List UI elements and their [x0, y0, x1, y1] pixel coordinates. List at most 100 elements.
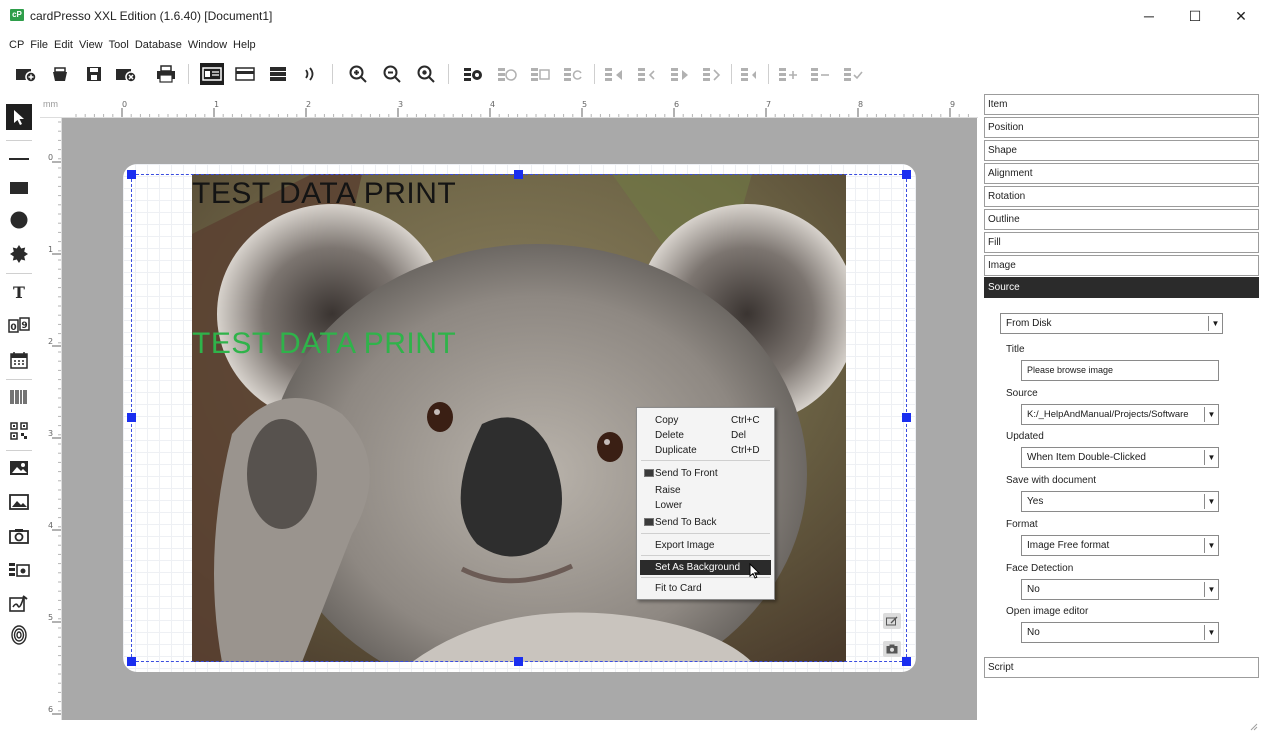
ruler-label: 6	[48, 705, 53, 714]
record-refresh-icon[interactable]	[561, 63, 585, 85]
zoom-fit-icon[interactable]	[414, 63, 438, 85]
resize-handle-bottom-left[interactable]	[127, 657, 136, 666]
record-undo-icon[interactable]	[738, 63, 762, 85]
maximize-button[interactable]: ☐	[1172, 0, 1218, 32]
ctx-copy[interactable]: Copy Ctrl+C	[640, 413, 771, 428]
capture-image-icon[interactable]	[883, 641, 901, 657]
section-position[interactable]: Position	[984, 117, 1259, 138]
save-with-document-select[interactable]: Yes ▼	[1021, 491, 1219, 512]
photo-id-tool-icon[interactable]	[6, 557, 32, 583]
resize-handle-bottom[interactable]	[514, 657, 523, 666]
app-logo: cP	[10, 9, 24, 21]
select-tool-icon[interactable]	[6, 104, 32, 130]
card-back-icon[interactable]	[233, 63, 257, 85]
section-item[interactable]: Item	[984, 94, 1259, 115]
menu-view[interactable]: View	[76, 36, 106, 54]
title-input[interactable]: Please browse image	[1021, 360, 1219, 381]
menu-help[interactable]: Help	[230, 36, 259, 54]
close-window-button[interactable]: ✕	[1218, 0, 1262, 32]
menu-file[interactable]: File	[27, 36, 51, 54]
resize-handle-top[interactable]	[514, 170, 523, 179]
resize-grip-icon[interactable]	[1248, 721, 1258, 731]
section-alignment[interactable]: Alignment	[984, 163, 1259, 184]
resize-handle-right[interactable]	[902, 413, 911, 422]
counter-tool-icon[interactable]: 09	[6, 313, 32, 339]
selection-frame	[131, 174, 907, 662]
section-script[interactable]: Script	[984, 657, 1259, 678]
chevron-down-icon: ▼	[1204, 494, 1218, 509]
ctx-fit-to-card[interactable]: Fit to Card	[640, 581, 771, 596]
ctx-delete[interactable]: Delete Del	[640, 428, 771, 443]
record-add-icon[interactable]	[776, 63, 800, 85]
text-tool-icon[interactable]: T	[6, 279, 32, 305]
new-document-icon[interactable]	[14, 63, 38, 85]
ctx-send-to-back[interactable]: Send To Back	[640, 515, 771, 530]
card-front-icon[interactable]	[200, 63, 224, 85]
chevron-down-icon: ▼	[1204, 625, 1218, 640]
ctx-export-image[interactable]: Export Image	[640, 538, 771, 553]
zoom-out-icon[interactable]	[380, 63, 404, 85]
record-last-icon[interactable]	[700, 63, 724, 85]
rectangle-tool-icon[interactable]	[6, 175, 32, 201]
minimize-button[interactable]: ─	[1126, 0, 1172, 32]
edit-image-icon[interactable]	[883, 613, 901, 629]
save-icon[interactable]	[82, 63, 106, 85]
menu-database[interactable]: Database	[132, 36, 185, 54]
resize-handle-top-left[interactable]	[127, 170, 136, 179]
design-canvas[interactable]: TEST DATA PRINT TEST DATA PRINT	[62, 118, 977, 720]
barcode-tool-icon[interactable]	[6, 384, 32, 410]
qrcode-tool-icon[interactable]	[6, 418, 32, 444]
section-source[interactable]: Source	[984, 277, 1259, 298]
record-accept-icon[interactable]	[841, 63, 865, 85]
close-document-icon[interactable]	[114, 63, 138, 85]
star-tool-icon[interactable]	[6, 241, 32, 267]
record-stop-icon[interactable]	[495, 63, 519, 85]
updated-select[interactable]: When Item Double-Clicked ▼	[1021, 447, 1219, 468]
record-previous-icon[interactable]	[635, 63, 659, 85]
open-document-icon[interactable]	[48, 63, 72, 85]
open-image-editor-select[interactable]: No ▼	[1021, 622, 1219, 643]
image-placeholder-icon[interactable]	[6, 455, 32, 481]
source-label: Source	[1006, 388, 1038, 399]
section-shape[interactable]: Shape	[984, 140, 1259, 161]
source-path-select[interactable]: K:/_HelpAndManual/Projects/Software ▼	[1021, 404, 1219, 425]
record-next-icon[interactable]	[668, 63, 692, 85]
menu-edit[interactable]: Edit	[51, 36, 76, 54]
fingerprint-tool-icon[interactable]	[6, 622, 32, 648]
resize-handle-top-right[interactable]	[902, 170, 911, 179]
ctx-lower[interactable]: Lower	[640, 498, 771, 513]
section-outline[interactable]: Outline	[984, 209, 1259, 230]
record-table-icon[interactable]	[528, 63, 552, 85]
ctx-duplicate[interactable]: Duplicate Ctrl+D	[640, 443, 771, 458]
face-detection-select[interactable]: No ▼	[1021, 579, 1219, 600]
ruler-label: 1	[214, 100, 219, 109]
date-tool-icon[interactable]	[6, 347, 32, 373]
card-layers-icon[interactable]	[266, 63, 290, 85]
print-icon[interactable]	[154, 63, 178, 85]
image-tool-icon[interactable]	[6, 489, 32, 515]
resize-handle-left[interactable]	[127, 413, 136, 422]
section-fill[interactable]: Fill	[984, 232, 1259, 253]
ctx-raise[interactable]: Raise	[640, 483, 771, 498]
menu-cp[interactable]: CP	[6, 36, 27, 54]
record-first-icon[interactable]	[602, 63, 626, 85]
ctx-send-to-front[interactable]: Send To Front	[640, 466, 771, 481]
encode-icon[interactable]	[298, 63, 322, 85]
menu-window[interactable]: Window	[185, 36, 230, 54]
ellipse-tool-icon[interactable]	[6, 207, 32, 233]
format-select[interactable]: Image Free format ▼	[1021, 535, 1219, 556]
menu-tool[interactable]: Tool	[106, 36, 132, 54]
line-tool-icon[interactable]	[6, 146, 32, 172]
ruler-label: 7	[766, 100, 771, 109]
camera-tool-icon[interactable]	[6, 523, 32, 549]
source-type-select[interactable]: From Disk ▼	[1000, 313, 1223, 334]
section-image[interactable]: Image	[984, 255, 1259, 276]
record-remove-icon[interactable]	[808, 63, 832, 85]
signature-tool-icon[interactable]	[6, 590, 32, 616]
zoom-in-icon[interactable]	[346, 63, 370, 85]
source-type-value: From Disk	[1006, 318, 1052, 329]
record-view-icon[interactable]	[461, 63, 485, 85]
section-rotation[interactable]: Rotation	[984, 186, 1259, 207]
resize-handle-bottom-right[interactable]	[902, 657, 911, 666]
id-card[interactable]: TEST DATA PRINT TEST DATA PRINT	[123, 164, 916, 672]
